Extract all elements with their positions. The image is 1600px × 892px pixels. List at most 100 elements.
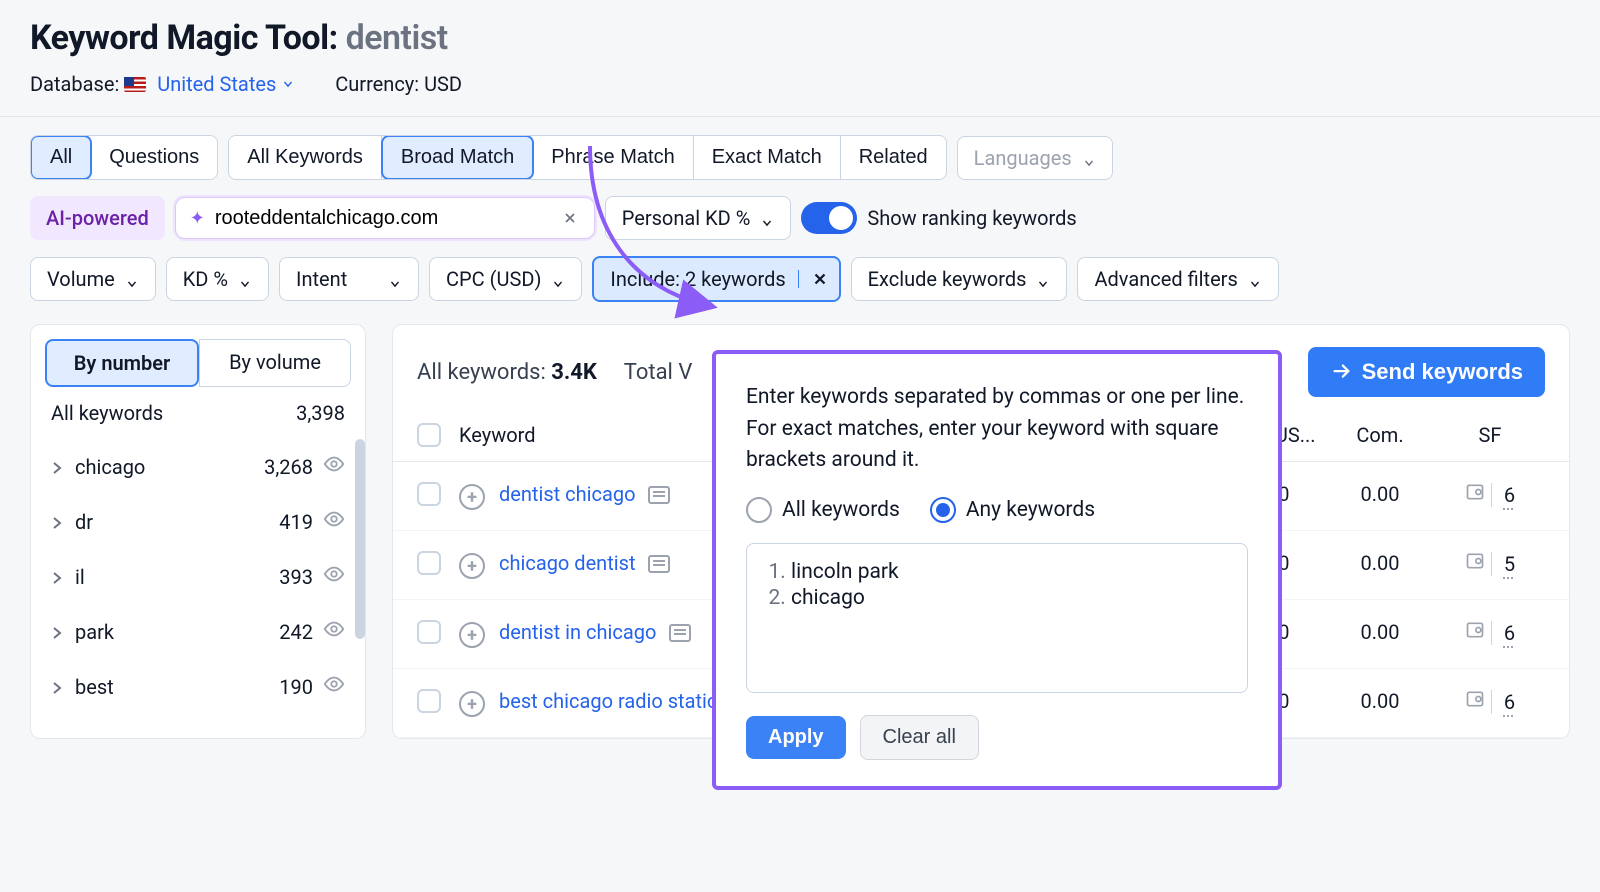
chevron-down-icon bbox=[1082, 151, 1096, 165]
include-keyword-item: chicago bbox=[791, 586, 1229, 610]
keyword-link[interactable]: chicago dentist bbox=[499, 551, 670, 575]
sidebar-all-keywords[interactable]: All keywords 3,398 bbox=[31, 387, 365, 439]
cell-sf[interactable]: 6 bbox=[1435, 620, 1545, 645]
select-all-checkbox[interactable] bbox=[417, 423, 441, 447]
eye-icon[interactable] bbox=[323, 508, 345, 535]
ai-powered-badge: AI-powered bbox=[30, 196, 165, 240]
filter-include[interactable]: Include: 2 keywords bbox=[592, 256, 840, 302]
serp-features-icon bbox=[1465, 620, 1485, 640]
us-flag-icon bbox=[124, 77, 146, 92]
add-keyword-button[interactable]: + bbox=[459, 691, 485, 717]
chevron-down-icon bbox=[238, 272, 252, 286]
tab-related[interactable]: Related bbox=[841, 136, 946, 179]
radio-all-keywords[interactable]: All keywords bbox=[746, 497, 900, 523]
add-keyword-button[interactable]: + bbox=[459, 553, 485, 579]
sidebar-scrollbar[interactable] bbox=[355, 439, 365, 738]
chevron-down-icon bbox=[551, 272, 565, 286]
personal-kd-dropdown[interactable]: Personal KD % bbox=[605, 196, 792, 240]
row-checkbox[interactable] bbox=[417, 620, 441, 644]
chevron-down-icon bbox=[1248, 272, 1262, 286]
cell-sf[interactable]: 6 bbox=[1435, 482, 1545, 507]
keyword-groups-sidebar: By number By volume All keywords 3,398 c… bbox=[30, 324, 366, 739]
clear-domain-button[interactable] bbox=[556, 204, 584, 232]
chevron-right-icon bbox=[51, 675, 63, 699]
row-checkbox[interactable] bbox=[417, 482, 441, 506]
keyword-link[interactable]: dentist chicago bbox=[499, 482, 670, 506]
currency-label: Currency: USD bbox=[335, 72, 462, 96]
sparkle-icon: ✦ bbox=[190, 208, 205, 229]
keyword-link[interactable]: dentist in chicago bbox=[499, 620, 691, 644]
filter-cpc[interactable]: CPC (USD) bbox=[429, 257, 582, 301]
include-keywords-popover: Enter keywords separated by commas or on… bbox=[712, 350, 1282, 790]
add-keyword-button[interactable]: + bbox=[459, 622, 485, 648]
cell-com: 0.00 bbox=[1325, 620, 1435, 644]
sidebar-tab-by-number[interactable]: By number bbox=[45, 339, 199, 387]
filter-exclude[interactable]: Exclude keywords bbox=[851, 257, 1068, 301]
apply-button[interactable]: Apply bbox=[746, 716, 846, 759]
match-segmented: All Keywords Broad Match Phrase Match Ex… bbox=[228, 135, 946, 180]
cell-com: 0.00 bbox=[1325, 482, 1435, 506]
chevron-down-icon bbox=[1036, 272, 1050, 286]
include-keywords-textarea[interactable]: lincoln parkchicago bbox=[746, 543, 1248, 693]
chevron-right-icon bbox=[51, 455, 63, 479]
page-title: Keyword Magic Tool: dentist bbox=[30, 18, 1570, 58]
col-com[interactable]: Com. bbox=[1325, 423, 1435, 447]
col-sf[interactable]: SF bbox=[1435, 423, 1545, 447]
sidebar-group-park[interactable]: park242 bbox=[31, 604, 365, 659]
eye-icon[interactable] bbox=[323, 563, 345, 590]
chevron-right-icon bbox=[51, 510, 63, 534]
sidebar-group-dr[interactable]: dr419 bbox=[31, 494, 365, 549]
tab-phrase-match[interactable]: Phrase Match bbox=[533, 136, 693, 179]
eye-icon[interactable] bbox=[323, 618, 345, 645]
filter-volume[interactable]: Volume bbox=[30, 257, 156, 301]
sidebar-group-best[interactable]: best190 bbox=[31, 659, 365, 714]
eye-icon[interactable] bbox=[323, 673, 345, 700]
clear-all-button[interactable]: Clear all bbox=[860, 715, 979, 760]
filter-advanced[interactable]: Advanced filters bbox=[1077, 257, 1278, 301]
serp-icon[interactable] bbox=[648, 486, 670, 504]
seed-keyword: dentist bbox=[346, 18, 448, 58]
cell-com: 0.00 bbox=[1325, 689, 1435, 713]
cell-sf[interactable]: 6 bbox=[1435, 689, 1545, 714]
sidebar-tab-by-volume[interactable]: By volume bbox=[199, 339, 351, 387]
show-ranking-toggle[interactable] bbox=[801, 202, 857, 234]
languages-dropdown[interactable]: Languages bbox=[957, 136, 1113, 180]
include-keyword-item: lincoln park bbox=[791, 560, 1229, 584]
show-ranking-label: Show ranking keywords bbox=[867, 206, 1076, 230]
chevron-down-icon bbox=[388, 272, 402, 286]
chevron-down-icon bbox=[125, 272, 139, 286]
chevron-down-icon bbox=[281, 72, 295, 86]
serp-features-icon bbox=[1465, 689, 1485, 709]
send-keywords-button[interactable]: Send keywords bbox=[1308, 347, 1545, 397]
tab-all-keywords[interactable]: All Keywords bbox=[229, 136, 382, 179]
chevron-right-icon bbox=[51, 620, 63, 644]
results-summary: All keywords: 3.4K Total V bbox=[417, 360, 692, 385]
chevron-right-icon bbox=[51, 565, 63, 589]
serp-icon[interactable] bbox=[648, 555, 670, 573]
tab-all[interactable]: All bbox=[30, 135, 92, 180]
serp-features-icon bbox=[1465, 551, 1485, 571]
add-keyword-button[interactable]: + bbox=[459, 484, 485, 510]
row-checkbox[interactable] bbox=[417, 689, 441, 713]
cell-sf[interactable]: 5 bbox=[1435, 551, 1545, 576]
serp-icon[interactable] bbox=[669, 624, 691, 642]
tab-questions[interactable]: Questions bbox=[91, 136, 217, 179]
eye-icon[interactable] bbox=[323, 453, 345, 480]
sidebar-group-il[interactable]: il393 bbox=[31, 549, 365, 604]
radio-any-keywords[interactable]: Any keywords bbox=[930, 497, 1095, 523]
row-checkbox[interactable] bbox=[417, 551, 441, 575]
filter-kd[interactable]: KD % bbox=[166, 257, 269, 301]
popover-helptext: Enter keywords separated by commas or on… bbox=[746, 382, 1248, 477]
ai-domain-input[interactable] bbox=[215, 207, 546, 230]
cell-com: 0.00 bbox=[1325, 551, 1435, 575]
sidebar-group-chicago[interactable]: chicago3,268 bbox=[31, 439, 365, 494]
ai-domain-input-wrap: ✦ bbox=[175, 197, 595, 239]
qtype-segmented: All Questions bbox=[30, 135, 218, 180]
tab-exact-match[interactable]: Exact Match bbox=[694, 136, 841, 179]
clear-include-button[interactable] bbox=[798, 270, 829, 288]
filter-intent[interactable]: Intent bbox=[279, 257, 419, 301]
send-icon bbox=[1330, 361, 1352, 383]
database-selector[interactable]: Database: United States bbox=[30, 72, 295, 96]
serp-features-icon bbox=[1465, 482, 1485, 502]
tab-broad-match[interactable]: Broad Match bbox=[381, 135, 534, 180]
